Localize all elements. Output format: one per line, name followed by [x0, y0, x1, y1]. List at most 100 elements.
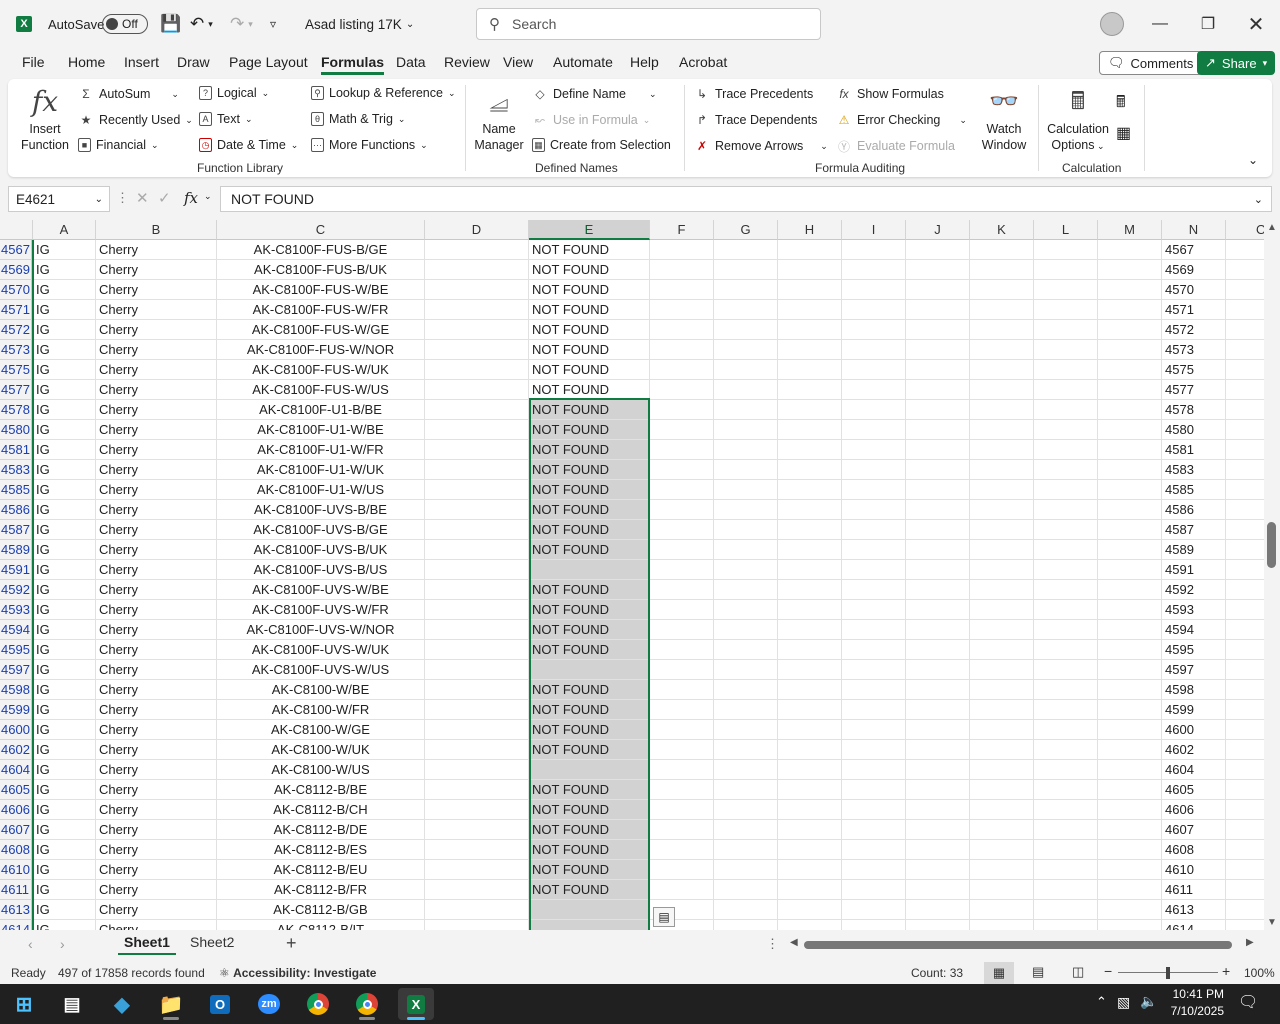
name-box[interactable]: E4621 ⌄ — [8, 186, 110, 212]
network-icon[interactable]: ▧ — [1117, 994, 1130, 1011]
cell-c[interactable]: AK-C8100-W/UK — [217, 740, 425, 760]
cell-e[interactable]: NOT FOUND — [529, 380, 650, 400]
cell-j[interactable] — [906, 800, 970, 820]
cell-a[interactable]: IG — [33, 360, 96, 380]
cell-m[interactable] — [1098, 920, 1162, 930]
scroll-right-icon[interactable]: ▶ — [1246, 937, 1254, 948]
cell-h[interactable] — [778, 280, 842, 300]
cell-o[interactable] — [1226, 520, 1264, 540]
cell-h[interactable] — [778, 360, 842, 380]
cell-m[interactable] — [1098, 560, 1162, 580]
cell-d[interactable] — [425, 280, 529, 300]
cell-m[interactable] — [1098, 440, 1162, 460]
cell-h[interactable] — [778, 460, 842, 480]
cell-k[interactable] — [970, 280, 1034, 300]
cell-n[interactable]: 4593 — [1162, 600, 1226, 620]
horizontal-scroll-thumb[interactable] — [804, 941, 1232, 949]
cell-l[interactable] — [1034, 280, 1098, 300]
cell-c[interactable]: AK-C8112-B/IT — [217, 920, 425, 930]
cell-m[interactable] — [1098, 760, 1162, 780]
collapse-ribbon-icon[interactable]: ⌄ — [1248, 153, 1258, 167]
cell-l[interactable] — [1034, 820, 1098, 840]
cell-o[interactable] — [1226, 600, 1264, 620]
cell-j[interactable] — [906, 280, 970, 300]
scroll-left-icon[interactable]: ◀ — [790, 937, 798, 948]
cell-f[interactable] — [650, 740, 714, 760]
cell-a[interactable]: IG — [33, 660, 96, 680]
cell-a[interactable]: IG — [33, 900, 96, 920]
cell-a[interactable]: IG — [33, 880, 96, 900]
cell-n[interactable]: 4594 — [1162, 620, 1226, 640]
cell-d[interactable] — [425, 600, 529, 620]
cell-c[interactable]: AK-C8112-B/DE — [217, 820, 425, 840]
cell-c[interactable]: AK-C8112-B/BE — [217, 780, 425, 800]
cell-l[interactable] — [1034, 500, 1098, 520]
cell-b[interactable]: Cherry — [96, 820, 217, 840]
cell-g[interactable] — [714, 720, 778, 740]
cell-b[interactable]: Cherry — [96, 440, 217, 460]
cell-g[interactable] — [714, 640, 778, 660]
cell-g[interactable] — [714, 680, 778, 700]
row-header[interactable]: 4567 — [0, 240, 32, 260]
cell-k[interactable] — [970, 760, 1034, 780]
cell-g[interactable] — [714, 500, 778, 520]
cell-a[interactable]: IG — [33, 700, 96, 720]
cell-m[interactable] — [1098, 540, 1162, 560]
cell-d[interactable] — [425, 400, 529, 420]
column-header-e[interactable]: E — [529, 220, 650, 240]
cell-a[interactable]: IG — [33, 480, 96, 500]
cell-k[interactable] — [970, 720, 1034, 740]
cell-b[interactable]: Cherry — [96, 760, 217, 780]
cell-d[interactable] — [425, 560, 529, 580]
column-header-h[interactable]: H — [778, 220, 842, 240]
cell-f[interactable] — [650, 280, 714, 300]
cell-m[interactable] — [1098, 860, 1162, 880]
cell-k[interactable] — [970, 540, 1034, 560]
cell-i[interactable] — [842, 820, 906, 840]
cell-h[interactable] — [778, 400, 842, 420]
cell-h[interactable] — [778, 820, 842, 840]
cell-a[interactable]: IG — [33, 340, 96, 360]
cell-k[interactable] — [970, 900, 1034, 920]
cell-c[interactable]: AK-C8100F-U1-W/BE — [217, 420, 425, 440]
cell-o[interactable] — [1226, 460, 1264, 480]
cell-n[interactable]: 4597 — [1162, 660, 1226, 680]
scroll-down-icon[interactable]: ▼ — [1267, 917, 1277, 928]
name-manager-button[interactable]: ⧡ Name Manager — [473, 85, 525, 153]
more-functions-button[interactable]: ··· More Functions ⌄ — [311, 138, 428, 152]
cell-d[interactable] — [425, 440, 529, 460]
cell-m[interactable] — [1098, 320, 1162, 340]
cell-f[interactable] — [650, 420, 714, 440]
cell-i[interactable] — [842, 500, 906, 520]
cell-l[interactable] — [1034, 780, 1098, 800]
cell-j[interactable] — [906, 260, 970, 280]
cell-a[interactable]: IG — [33, 380, 96, 400]
cell-a[interactable]: IG — [33, 300, 96, 320]
cell-g[interactable] — [714, 300, 778, 320]
cell-e[interactable]: NOT FOUND — [529, 580, 650, 600]
cell-h[interactable] — [778, 480, 842, 500]
cell-h[interactable] — [778, 900, 842, 920]
cell-c[interactable]: AK-C8100F-UVS-W/BE — [217, 580, 425, 600]
cell-j[interactable] — [906, 500, 970, 520]
cell-d[interactable] — [425, 540, 529, 560]
cell-e[interactable] — [529, 560, 650, 580]
row-header[interactable]: 4599 — [0, 700, 32, 720]
cell-j[interactable] — [906, 460, 970, 480]
save-icon[interactable]: 💾 — [160, 0, 181, 48]
cell-o[interactable] — [1226, 380, 1264, 400]
cell-c[interactable]: AK-C8100F-UVS-B/BE — [217, 500, 425, 520]
cell-k[interactable] — [970, 340, 1034, 360]
cell-a[interactable]: IG — [33, 720, 96, 740]
cell-n[interactable]: 4602 — [1162, 740, 1226, 760]
close-icon[interactable]: ✕ — [1233, 0, 1279, 48]
cell-j[interactable] — [906, 720, 970, 740]
cell-e[interactable]: NOT FOUND — [529, 860, 650, 880]
cell-c[interactable]: AK-C8100F-U1-W/FR — [217, 440, 425, 460]
redo-icon[interactable]: ↷ ▾ — [230, 0, 253, 48]
cell-c[interactable]: AK-C8100F-FUS-W/GE — [217, 320, 425, 340]
column-header-g[interactable]: G — [714, 220, 778, 240]
cell-m[interactable] — [1098, 720, 1162, 740]
math-trig-button[interactable]: θ Math & Trig ⌄ — [311, 112, 405, 126]
cell-e[interactable]: NOT FOUND — [529, 280, 650, 300]
